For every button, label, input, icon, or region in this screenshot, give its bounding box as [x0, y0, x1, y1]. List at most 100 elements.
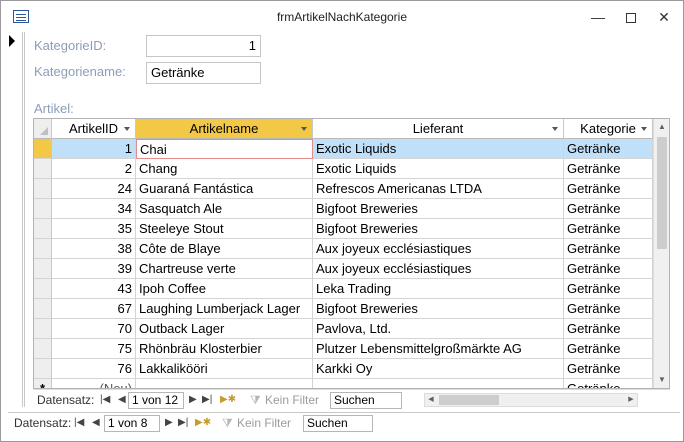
column-header-kategorie[interactable]: Kategorie — [564, 119, 653, 139]
no-filter-button[interactable]: Kein Filter — [265, 390, 319, 410]
cell-artikelname[interactable]: Chang — [136, 159, 313, 179]
cell-artikelid[interactable]: 43 — [52, 279, 136, 299]
row-selector[interactable] — [34, 279, 52, 299]
cell-lieferant[interactable]: Exotic Liquids — [313, 139, 564, 159]
scroll-left-icon[interactable]: ◀ — [425, 394, 437, 406]
row-selector[interactable] — [34, 199, 52, 219]
cell-kategorie[interactable]: Getränke — [564, 239, 653, 259]
cell-kategorie[interactable]: Getränke — [564, 279, 653, 299]
cell-kategorie[interactable]: Getränke — [564, 219, 653, 239]
cell-artikelid-new[interactable]: (Neu) — [52, 379, 136, 388]
row-selector[interactable] — [34, 239, 52, 259]
cell-artikelname-new[interactable] — [136, 379, 313, 388]
chevron-down-icon[interactable] — [124, 127, 130, 131]
scroll-right-icon[interactable]: ▶ — [625, 394, 637, 406]
cell-artikelname[interactable]: Lakkalikööri — [136, 359, 313, 379]
new-record-icon[interactable]: ▶✱ — [220, 390, 236, 410]
cell-lieferant[interactable]: Aux joyeux ecclésiastiques — [313, 239, 564, 259]
cell-artikelid[interactable]: 38 — [52, 239, 136, 259]
cell-artikelid[interactable]: 34 — [52, 199, 136, 219]
chevron-down-icon[interactable] — [552, 127, 558, 131]
first-record-icon[interactable]: |◀ — [74, 413, 84, 433]
cell-artikelname[interactable]: Steeleye Stout — [136, 219, 313, 239]
scroll-up-icon[interactable]: ▲ — [654, 119, 669, 135]
cell-artikelid[interactable]: 39 — [52, 259, 136, 279]
cell-kategorie[interactable]: Getränke — [564, 299, 653, 319]
search-input[interactable]: Suchen — [330, 392, 402, 409]
last-record-icon[interactable]: ▶| — [178, 413, 188, 433]
cell-kategorie[interactable]: Getränke — [564, 179, 653, 199]
minimize-button[interactable]: — — [583, 5, 613, 29]
row-selector[interactable] — [34, 339, 52, 359]
new-record-icon[interactable]: ▶✱ — [195, 413, 211, 433]
cell-lieferant[interactable]: Bigfoot Breweries — [313, 219, 564, 239]
scroll-down-icon[interactable]: ▼ — [654, 372, 669, 388]
cell-artikelname[interactable]: Outback Lager — [136, 319, 313, 339]
chevron-down-icon[interactable] — [301, 127, 307, 131]
kategorie-id-field[interactable]: 1 — [146, 35, 261, 57]
cell-kategorie[interactable]: Getränke — [564, 359, 653, 379]
cell-kategorie[interactable]: Getränke — [564, 259, 653, 279]
column-header-artikelname[interactable]: Artikelname — [136, 119, 313, 139]
kategoriename-field[interactable]: Getränke — [146, 62, 261, 84]
record-position-input[interactable]: 1 von 8 — [104, 415, 160, 432]
cell-kategorie-new[interactable]: Getränke — [564, 379, 653, 388]
cell-kategorie[interactable]: Getränke — [564, 159, 653, 179]
cell-kategorie[interactable]: Getränke — [564, 319, 653, 339]
cell-artikelid[interactable]: 75 — [52, 339, 136, 359]
select-all-corner[interactable] — [34, 119, 52, 139]
cell-artikelname[interactable]: Rhönbräu Klosterbier — [136, 339, 313, 359]
cell-artikelid[interactable]: 76 — [52, 359, 136, 379]
row-selector[interactable] — [34, 219, 52, 239]
row-selector[interactable] — [34, 319, 52, 339]
cell-lieferant[interactable]: Bigfoot Breweries — [313, 199, 564, 219]
cell-lieferant[interactable]: Karkki Oy — [313, 359, 564, 379]
cell-artikelname[interactable]: Chartreuse verte — [136, 259, 313, 279]
cell-artikelid[interactable]: 2 — [52, 159, 136, 179]
record-position-input[interactable]: 1 von 12 — [128, 392, 184, 409]
cell-lieferant[interactable]: Aux joyeux ecclésiastiques — [313, 259, 564, 279]
row-selector[interactable] — [34, 139, 52, 159]
cell-artikelid[interactable]: 35 — [52, 219, 136, 239]
cell-artikelname[interactable]: Chai — [136, 139, 313, 159]
cell-kategorie[interactable]: Getränke — [564, 339, 653, 359]
scroll-thumb[interactable] — [439, 395, 499, 405]
previous-record-icon[interactable]: ◀ — [118, 390, 126, 410]
column-header-lieferant[interactable]: Lieferant — [313, 119, 564, 139]
cell-artikelname[interactable]: Côte de Blaye — [136, 239, 313, 259]
cell-artikelid[interactable]: 70 — [52, 319, 136, 339]
search-input[interactable]: Suchen — [303, 415, 373, 432]
row-selector[interactable] — [34, 179, 52, 199]
last-record-icon[interactable]: ▶| — [202, 390, 212, 410]
cell-artikelid[interactable]: 24 — [52, 179, 136, 199]
maximize-button[interactable] — [616, 5, 646, 29]
first-record-icon[interactable]: |◀ — [100, 390, 110, 410]
cell-artikelname[interactable]: Ipoh Coffee — [136, 279, 313, 299]
chevron-down-icon[interactable] — [641, 127, 647, 131]
cell-lieferant-new[interactable] — [313, 379, 564, 388]
cell-kategorie[interactable]: Getränke — [564, 139, 653, 159]
cell-artikelid[interactable]: 67 — [52, 299, 136, 319]
scroll-thumb[interactable] — [657, 137, 667, 249]
datasheet-vertical-scrollbar[interactable]: ▲ ▼ — [653, 119, 669, 388]
cell-artikelname[interactable]: Laughing Lumberjack Lager — [136, 299, 313, 319]
cell-lieferant[interactable]: Leka Trading — [313, 279, 564, 299]
row-selector[interactable] — [34, 299, 52, 319]
no-filter-button[interactable]: Kein Filter — [237, 413, 291, 433]
cell-lieferant[interactable]: Refrescos Americanas LTDA — [313, 179, 564, 199]
previous-record-icon[interactable]: ◀ — [92, 413, 100, 433]
column-header-artikelid[interactable]: ArtikelID — [52, 119, 136, 139]
next-record-icon[interactable]: ▶ — [165, 413, 173, 433]
cell-artikelname[interactable]: Sasquatch Ale — [136, 199, 313, 219]
cell-lieferant[interactable]: Plutzer Lebensmittelgroßmärkte AG — [313, 339, 564, 359]
cell-lieferant[interactable]: Exotic Liquids — [313, 159, 564, 179]
close-button[interactable]: ✕ — [649, 5, 679, 29]
cell-kategorie[interactable]: Getränke — [564, 199, 653, 219]
row-selector[interactable] — [34, 259, 52, 279]
form-record-selector[interactable] — [8, 32, 23, 407]
row-selector[interactable] — [34, 159, 52, 179]
next-record-icon[interactable]: ▶ — [189, 390, 197, 410]
cell-artikelid[interactable]: 1 — [52, 139, 136, 159]
datasheet-horizontal-scrollbar[interactable]: ◀ ▶ — [424, 393, 638, 407]
row-selector[interactable] — [34, 359, 52, 379]
